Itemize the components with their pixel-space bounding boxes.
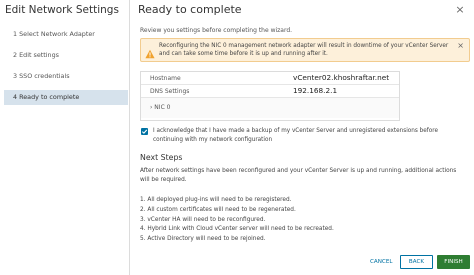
- nic-expand-label[interactable]: › NIC 0: [150, 104, 170, 111]
- cancel-button[interactable]: CANCEL: [365, 255, 397, 269]
- acknowledge-text: I acknowledge that I have made a backup …: [153, 128, 438, 143]
- warning-text: Reconfiguring the NIC 0 management netwo…: [159, 43, 449, 57]
- back-button[interactable]: BACK: [400, 255, 433, 269]
- list-item: 4. Hybrid Link with Cloud vCenter server…: [140, 226, 334, 233]
- step-select-network-adapter[interactable]: 1 Select Network Adapter: [4, 27, 128, 42]
- step-sso-credentials[interactable]: 3 SSO credentials: [4, 69, 128, 84]
- wizard-title: Edit Network Settings: [5, 4, 119, 16]
- checkmark-icon: [141, 129, 148, 134]
- page-title: Ready to complete: [138, 3, 242, 16]
- step-edit-settings[interactable]: 2 Edit settings: [4, 48, 128, 63]
- dns-row: DNS Settings 192.168.2.1: [141, 85, 399, 98]
- hostname-label: Hostname: [150, 75, 181, 82]
- next-steps-description: After network settings have been reconfi…: [140, 168, 457, 183]
- warning-banner: Reconfiguring the NIC 0 management netwo…: [140, 38, 470, 62]
- nic-row[interactable]: › NIC 0: [141, 98, 399, 118]
- wizard-main: Ready to complete × Review you settings …: [132, 0, 474, 275]
- list-item: 5. Active Directory will need to be rejo…: [140, 236, 266, 243]
- next-steps-list: 1. All deployed plug-ins will need to be…: [140, 196, 460, 245]
- list-item: 3. vCenter HA will need to be reconfigur…: [140, 216, 266, 223]
- step-ready-to-complete[interactable]: 4 Ready to complete: [4, 90, 128, 105]
- wizard-footer: CANCEL BACK FINISH: [132, 252, 474, 275]
- next-steps-title: Next Steps: [140, 153, 183, 162]
- hostname-row: Hostname vCenter02.khoshraftar.net: [141, 72, 399, 85]
- wizard-sidebar: Edit Network Settings 1 Select Network A…: [0, 0, 130, 275]
- warning-close-icon[interactable]: ×: [457, 42, 464, 50]
- warning-triangle-icon: [145, 44, 155, 59]
- acknowledge-checkbox[interactable]: [141, 128, 148, 135]
- settings-summary-table: Hostname vCenter02.khoshraftar.net DNS S…: [140, 71, 400, 121]
- dns-label: DNS Settings: [150, 88, 190, 95]
- finish-button[interactable]: FINISH: [437, 255, 470, 269]
- list-item: 1. All deployed plug-ins will need to be…: [140, 197, 292, 203]
- list-item: 2. All custom certificates will need to …: [140, 206, 296, 213]
- review-text: Review you settings before completing th…: [140, 27, 293, 34]
- wizard-steps: 1 Select Network Adapter 2 Edit settings…: [4, 27, 128, 111]
- dns-value: 192.168.2.1: [293, 86, 338, 95]
- close-icon[interactable]: ×: [454, 4, 466, 16]
- hostname-value: vCenter02.khoshraftar.net: [293, 73, 390, 82]
